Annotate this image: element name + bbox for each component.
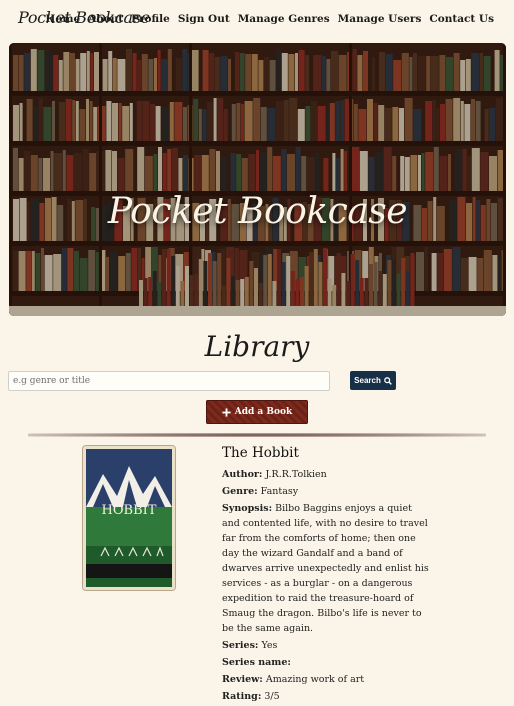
section-divider (28, 433, 486, 437)
author-value: J.R.R.Tolkien (265, 469, 327, 480)
book-series-name: Series name: (222, 655, 432, 670)
series-value: Yes (261, 640, 278, 651)
author-label: Author: (222, 469, 263, 480)
review-label: Review: (222, 674, 263, 685)
genre-label: Genre: (222, 486, 258, 497)
bookshelf-image (9, 43, 506, 316)
rating-value: 3/5 (264, 691, 280, 702)
nav-manage-genres[interactable]: Manage Genres (238, 13, 330, 25)
series-name-label: Series name: (222, 657, 291, 668)
synopsis-value: Bilbo Baggins enjoys a quiet and content… (222, 503, 429, 634)
rating-label: Rating: (222, 691, 262, 702)
hero-banner: Pocket Bookcase (9, 43, 506, 316)
search-button[interactable]: Search (350, 371, 396, 390)
series-label: Series: (222, 640, 259, 651)
book-rating: Rating: 3/5 (222, 689, 432, 704)
book-title: The Hobbit (222, 445, 299, 461)
book-cover: HOBBIT (83, 446, 175, 590)
hero-title: Pocket Bookcase (107, 191, 408, 232)
nav-sign-out[interactable]: Sign Out (178, 13, 230, 25)
nav-links: Home About Profile Sign Out Manage Genre… (45, 13, 494, 25)
add-book-label: Add a Book (234, 407, 293, 417)
plus-icon (222, 407, 231, 417)
search-input[interactable] (8, 371, 330, 391)
add-book-button[interactable]: Add a Book (206, 400, 308, 424)
library-title: Library (204, 330, 310, 363)
synopsis-label: Synopsis: (222, 503, 273, 514)
book-synopsis: Synopsis: Bilbo Baggins enjoys a quiet a… (222, 501, 432, 636)
nav-manage-users[interactable]: Manage Users (338, 13, 422, 25)
navbar: Pocket Bookcase Home About Profile Sign … (0, 0, 514, 40)
search-icon (384, 376, 392, 385)
nav-home[interactable]: Home (45, 13, 80, 25)
genre-value: Fantasy (260, 486, 299, 497)
book-author: Author: J.R.R.Tolkien (222, 467, 432, 482)
nav-about[interactable]: About (88, 13, 123, 25)
nav-contact-us[interactable]: Contact Us (429, 13, 494, 25)
nav-profile[interactable]: Profile (131, 13, 170, 25)
book-genre: Genre: Fantasy (222, 484, 432, 499)
book-details: The Hobbit Author: J.R.R.Tolkien Genre: … (222, 445, 432, 706)
review-value: Amazing work of art (265, 674, 365, 685)
book-series: Series: Yes (222, 638, 432, 653)
cover-title: HOBBIT (102, 503, 157, 518)
search-button-label: Search (354, 376, 381, 385)
